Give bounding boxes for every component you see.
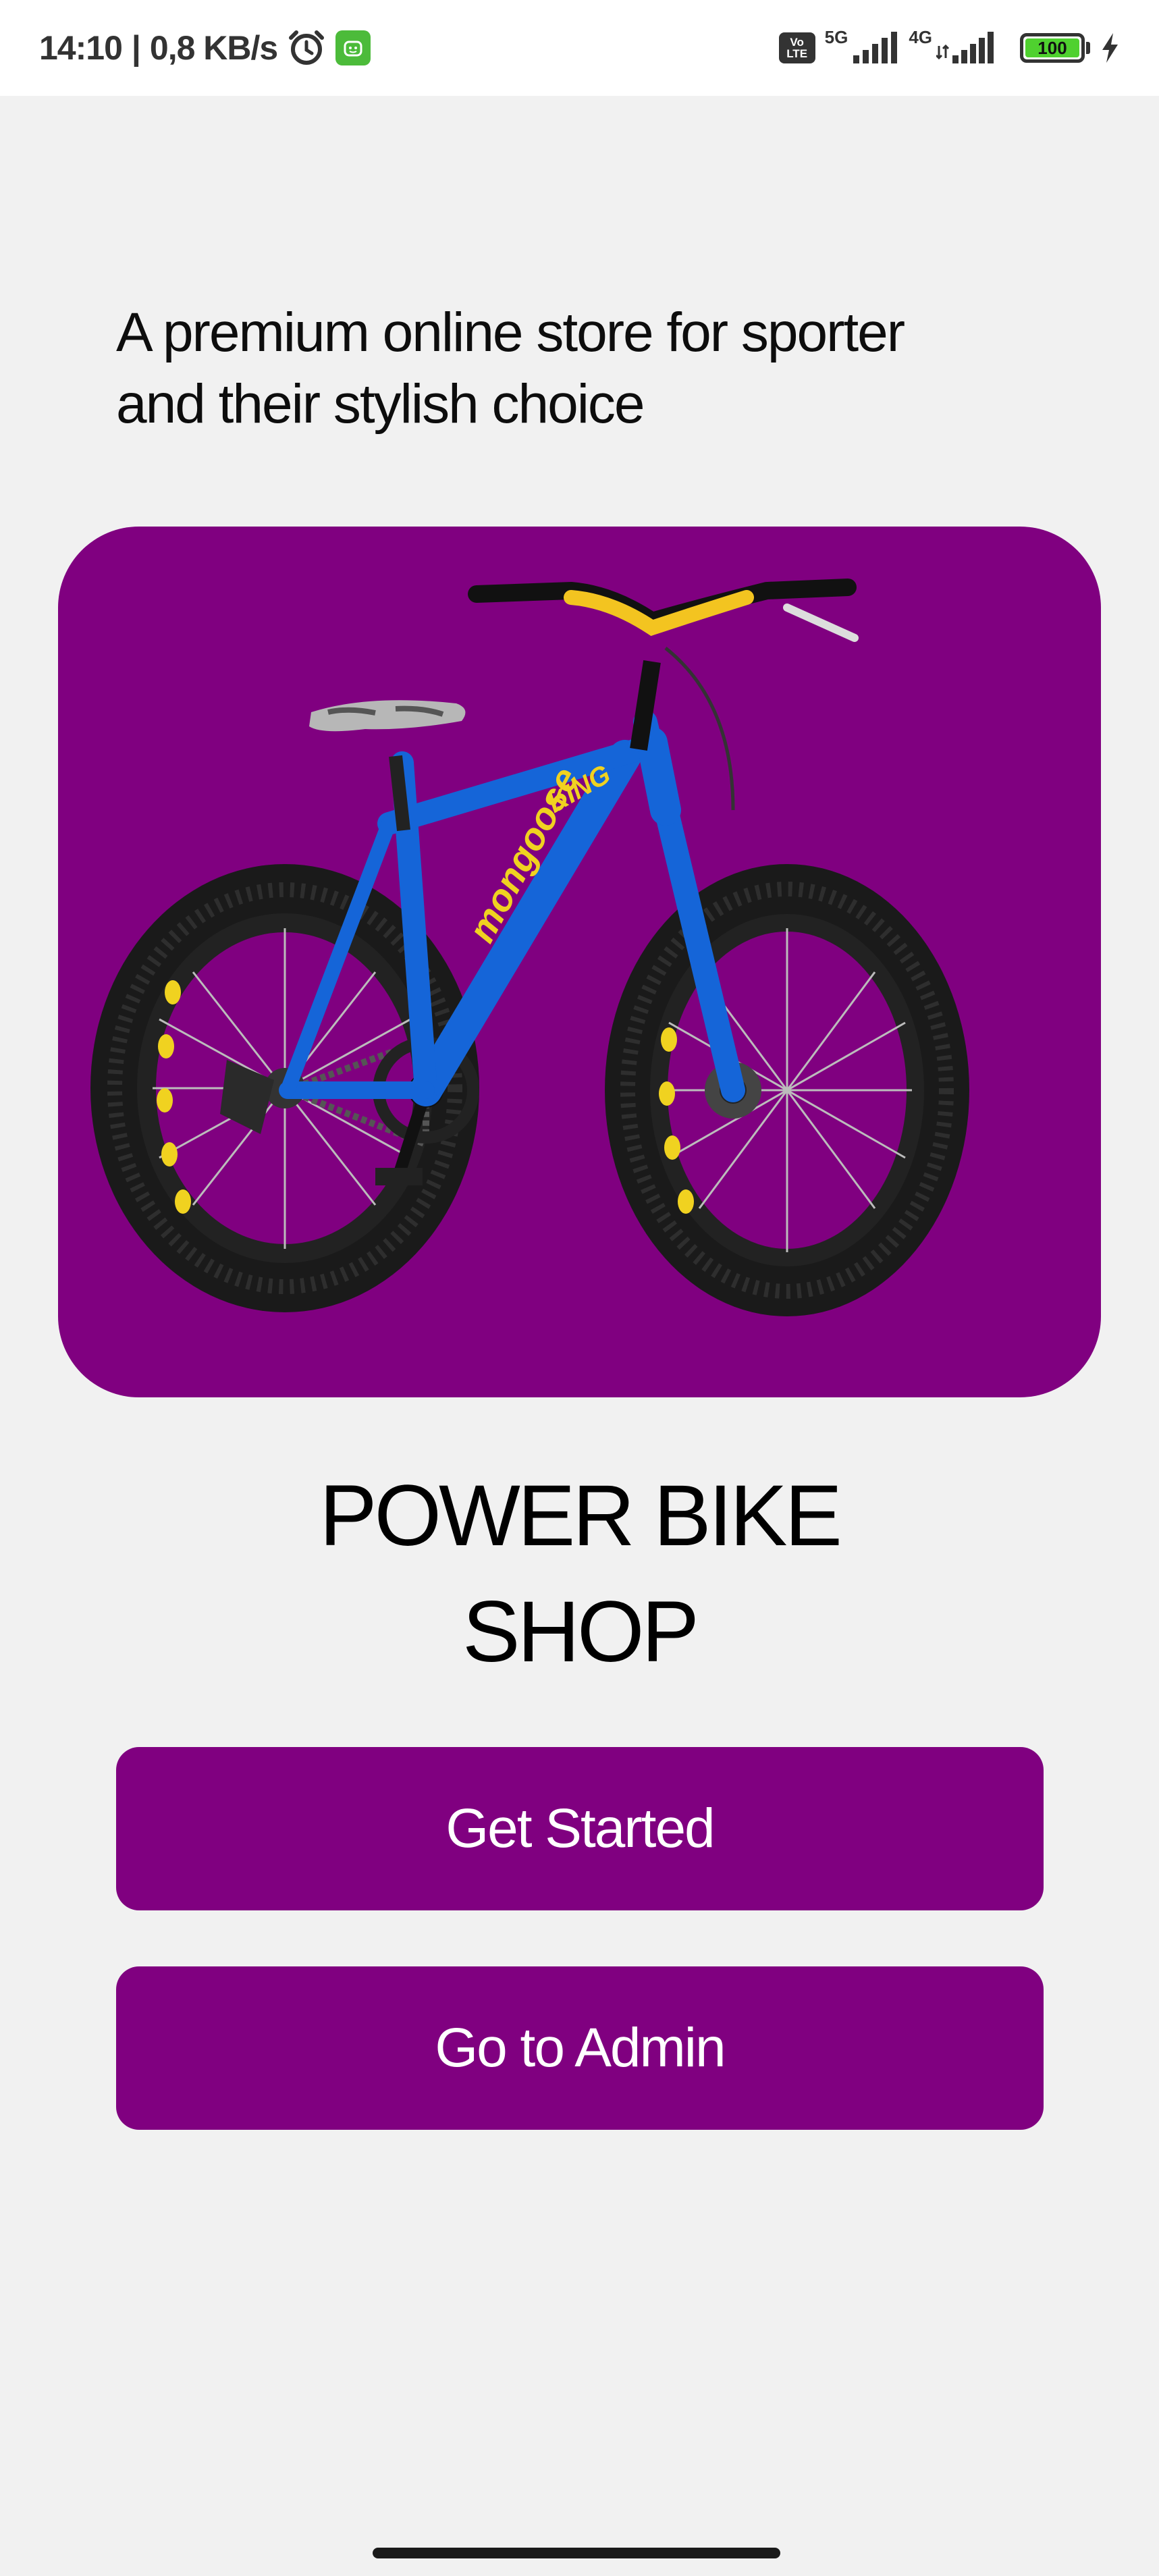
status-separator: | [131,29,141,67]
network-speed: 0,8 KB/s [149,29,278,67]
battery-level: 100 [1025,38,1079,58]
battery-body: 100 [1020,33,1085,63]
app-notification-icon [335,30,371,65]
signal-icon [936,31,997,65]
volte-label-top: Vo [790,36,804,49]
hero-card: mongoose KING [58,527,1101,1397]
network-type-4g: 4G [909,26,932,47]
fat-tire-bike-image: mongoose KING [90,579,969,1316]
volte-label-bottom: LTE [786,47,808,60]
volte-icon: Vo LTE [778,32,815,63]
status-bar: 14:10 | 0,8 KB/s Vo LTE 5G 4G 100 [0,0,1159,96]
shop-title: POWER BIKE SHOP [0,1458,1159,1690]
go-to-admin-button[interactable]: Go to Admin [116,1966,1044,2130]
status-bar-left: 14:10 | 0,8 KB/s [39,28,371,68]
battery-icon: 100 [1020,33,1090,63]
shop-title-line-2: SHOP [462,1584,699,1680]
network-type-5g: 5G [824,26,848,47]
status-time: 14:10 [39,29,123,67]
shop-title-line-1: POWER BIKE [319,1468,842,1564]
front-wheel [605,864,969,1316]
battery-tip [1086,42,1090,54]
signal-icon [852,31,899,65]
get-started-button[interactable]: Get Started [116,1747,1044,1910]
charging-icon [1100,32,1120,64]
tagline: A premium online store for sporter and t… [116,302,905,435]
home-indicator[interactable] [373,2548,780,2558]
alarm-icon [287,28,326,68]
status-bar-right: Vo LTE 5G 4G 100 [778,27,1120,65]
